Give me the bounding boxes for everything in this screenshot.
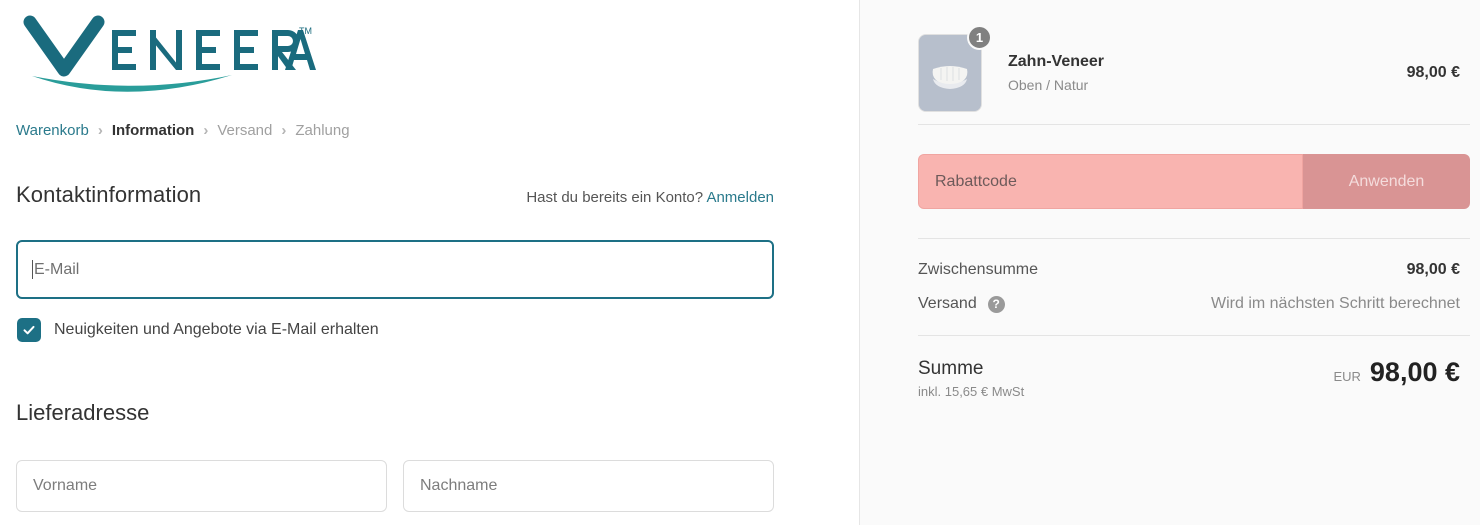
subtotal-value: 98,00 € (1406, 261, 1460, 278)
tax-note: inkl. 15,65 € MwSt (918, 384, 1025, 399)
email-field[interactable]: E-Mail (16, 240, 774, 299)
grand-total-label: Summe (918, 358, 984, 379)
logo-icon: TM (23, 15, 316, 92)
login-link[interactable]: Anmelden (706, 189, 774, 206)
product-thumbnail-wrap[interactable]: 1 (918, 25, 992, 112)
last-name-input[interactable]: Nachname (403, 460, 774, 512)
breadcrumb-item-zahlung[interactable]: Zahlung (295, 121, 349, 141)
grand-total-labels: Summe inkl. 15,65 € MwSt (918, 357, 1024, 399)
subtotal-row: Zwischensumme 98,00 € (918, 261, 1470, 279)
contact-header: Kontaktinformation Hast du bereits ein K… (16, 182, 774, 208)
newsletter-label: Neuigkeiten und Angebote via E-Mail erha… (54, 321, 379, 338)
shipping-value: Wird im nächsten Schritt berechnet (1211, 295, 1460, 312)
contact-section-title: Kontaktinformation (16, 182, 202, 207)
grand-total-amount: 98,00 € (1369, 357, 1460, 387)
currency-code: EUR (1333, 369, 1361, 384)
checkout-form-panel: TM Warenkorb › Information › Versand › Z… (0, 0, 860, 525)
subtotal-label: Zwischensumme (918, 261, 1039, 278)
last-name-placeholder: Nachname (420, 477, 498, 494)
quantity-badge: 1 (967, 25, 992, 50)
account-prompt: Hast du bereits ein Konto? Anmelden (526, 189, 774, 206)
shipping-row: Versand ? Wird im nächsten Schritt berec… (918, 295, 1470, 313)
check-icon (23, 325, 35, 335)
product-price: 98,00 € (1406, 64, 1460, 81)
newsletter-checkbox-row[interactable]: Neuigkeiten und Angebote via E-Mail erha… (17, 318, 379, 342)
first-name-placeholder: Vorname (33, 477, 98, 494)
first-name-input[interactable]: Vorname (16, 460, 387, 512)
breadcrumb-item-versand[interactable]: Versand (217, 121, 272, 141)
order-summary-panel: 1 Zahn-Veneer Oben / Natur 98,00 € Rabat… (860, 0, 1480, 525)
newsletter-checkbox[interactable] (17, 318, 41, 342)
breadcrumb-separator: › (97, 122, 103, 139)
shipping-label-text: Versand (918, 295, 977, 312)
breadcrumb-separator: › (281, 122, 287, 139)
shipping-label: Versand ? (918, 295, 1005, 313)
email-placeholder: E-Mail (34, 260, 80, 278)
order-line-item: 1 Zahn-Veneer Oben / Natur 98,00 € (918, 0, 1470, 124)
veneera-logo[interactable]: TM (16, 14, 316, 96)
discount-code-input[interactable]: Rabattcode (918, 154, 1303, 209)
breadcrumb-item-information[interactable]: Information (112, 121, 195, 141)
grand-total-row: Summe inkl. 15,65 € MwSt EUR 98,00 € (918, 336, 1470, 399)
product-info: Zahn-Veneer Oben / Natur (1008, 51, 1407, 95)
discount-code-placeholder: Rabattcode (935, 172, 1017, 190)
svg-text:TM: TM (299, 26, 312, 36)
breadcrumb-separator: › (203, 122, 209, 139)
breadcrumb-item-warenkorb[interactable]: Warenkorb (16, 121, 89, 141)
delivery-section-title: Lieferadresse (16, 400, 150, 425)
breadcrumb: Warenkorb › Information › Versand › Zahl… (16, 121, 350, 141)
product-variant: Oben / Natur (1008, 77, 1089, 93)
product-name: Zahn-Veneer (1008, 53, 1105, 70)
grand-total-amount-wrap: EUR 98,00 € (1333, 357, 1470, 388)
checkout-page: TM Warenkorb › Information › Versand › Z… (0, 0, 1480, 525)
apply-discount-button[interactable]: Anwenden (1303, 154, 1470, 209)
discount-code-row: Rabattcode Anwenden (918, 125, 1470, 238)
totals-block: Zwischensumme 98,00 € Versand ? Wird im … (918, 239, 1470, 335)
account-prompt-text: Hast du bereits ein Konto? (526, 189, 704, 206)
help-icon[interactable]: ? (987, 295, 1005, 313)
name-fields-row: Vorname Nachname (16, 460, 774, 512)
text-caret (32, 260, 33, 279)
